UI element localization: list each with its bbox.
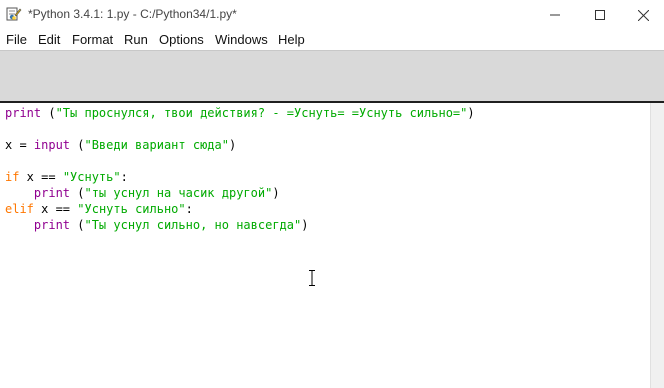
- code-string: "Уснуть сильно": [77, 202, 186, 216]
- code-token: x =: [5, 138, 34, 152]
- code-token: x ==: [33, 202, 78, 216]
- code-token: print: [33, 218, 71, 232]
- close-button[interactable]: [620, 0, 664, 30]
- code-token: print: [33, 186, 71, 200]
- code-line-8: print ("Ты уснул сильно, но навсегда"): [5, 217, 309, 233]
- menu-file[interactable]: File: [6, 32, 27, 47]
- menu-bar: File Edit Format Run Options Windows Hel…: [0, 30, 664, 50]
- toolbar-area: [0, 51, 664, 101]
- minimize-icon: [550, 14, 560, 16]
- code-line-1: print ("Ты проснулся, твои действия? - =…: [5, 105, 475, 121]
- code-string: "ты уснул на часик другой": [84, 186, 273, 200]
- code-string: "Ты уснул сильно, но навсегда": [84, 218, 302, 232]
- title-bar[interactable]: *Python 3.4.1: 1.py - C:/Python34/1.py*: [0, 0, 664, 30]
- python-idle-icon[interactable]: [6, 6, 22, 22]
- minimize-button[interactable]: [532, 0, 578, 30]
- code-token: (: [70, 218, 85, 232]
- window-title: *Python 3.4.1: 1.py - C:/Python34/1.py*: [28, 7, 237, 21]
- code-line-5: if x == "Уснуть":: [5, 169, 128, 185]
- code-token: (: [41, 106, 56, 120]
- maximize-button[interactable]: [577, 0, 623, 30]
- code-line-6: print ("ты уснул на часик другой"): [5, 185, 280, 201]
- menu-run[interactable]: Run: [124, 32, 148, 47]
- code-token: :: [185, 202, 193, 216]
- code-token: x ==: [19, 170, 63, 184]
- code-token: :: [120, 170, 128, 184]
- maximize-icon: [595, 10, 605, 20]
- close-icon: [637, 9, 649, 21]
- code-string: "Уснуть": [62, 170, 121, 184]
- code-editor[interactable]: print ("Ты проснулся, твои действия? - =…: [0, 103, 650, 388]
- code-token: input: [33, 138, 71, 152]
- code-keyword: elif: [5, 202, 34, 216]
- code-token: ): [272, 186, 280, 200]
- code-string: "Ты проснулся, твои действия? - =Уснуть=…: [55, 106, 468, 120]
- menu-edit[interactable]: Edit: [38, 32, 60, 47]
- menu-help[interactable]: Help: [278, 32, 305, 47]
- code-string: "Введи вариант сюда": [84, 138, 229, 152]
- menu-options[interactable]: Options: [159, 32, 204, 47]
- code-keyword: if: [5, 170, 20, 184]
- code-token: (: [70, 138, 85, 152]
- code-token: print: [5, 106, 42, 120]
- menu-windows[interactable]: Windows: [215, 32, 268, 47]
- code-token: ): [301, 218, 309, 232]
- code-line-7: elif x == "Уснуть сильно":: [5, 201, 193, 217]
- menu-format[interactable]: Format: [72, 32, 113, 47]
- vertical-scrollbar[interactable]: [650, 103, 664, 388]
- code-line-3: x = input ("Введи вариант сюда"): [5, 137, 236, 153]
- code-token: ): [228, 138, 237, 152]
- code-token: ): [467, 106, 475, 120]
- code-token: (: [70, 186, 85, 200]
- text-cursor-icon: [307, 270, 317, 286]
